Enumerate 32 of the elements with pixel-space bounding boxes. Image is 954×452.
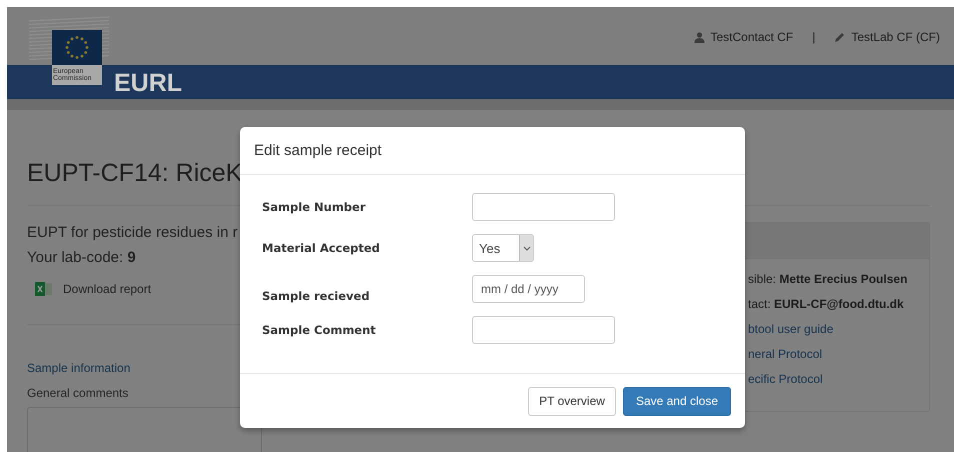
date-field[interactable]: mm / dd / yyyy: [472, 275, 585, 303]
panel-link[interactable]: neral Protocol: [748, 346, 929, 362]
download-report-link[interactable]: Download report: [63, 282, 152, 296]
input-field[interactable]: [472, 193, 615, 221]
page-title: EUPT-CF14: RiceK: [27, 158, 242, 188]
lab-code-label: Your lab-code:: [27, 249, 124, 266]
person-icon: [694, 32, 706, 42]
user-link[interactable]: TestContact CF: [710, 30, 794, 44]
field-label: Sample Number: [262, 200, 366, 214]
caret-icon: [522, 246, 530, 250]
input-field[interactable]: [472, 316, 615, 344]
spreadsheet-icon: [35, 281, 53, 297]
site-name: EURL: [114, 69, 182, 97]
overview-button[interactable]: PT overview: [528, 386, 616, 416]
pen-icon: [834, 31, 846, 43]
panel-text: tact: EURL-CF@food.dtu.dk: [748, 296, 905, 312]
field-label: Material Accepted: [262, 241, 381, 255]
general-comments-label: General comments: [27, 386, 128, 400]
dropdown[interactable]: Yes: [472, 234, 534, 262]
page-subtitle: EUPT for pesticide residues in r: [27, 223, 238, 243]
field-label: Sample recieved: [262, 289, 371, 303]
sample-information-link[interactable]: Sample information: [27, 361, 130, 375]
field-label: Sample Comment: [262, 323, 377, 337]
panel-link[interactable]: btool user guide: [748, 321, 929, 337]
panel-link[interactable]: ecific Protocol: [748, 371, 929, 387]
panel-text: sible: Mette Erecius Poulsen: [748, 271, 908, 287]
separator: |: [812, 30, 816, 44]
stars-flag-icon: [52, 30, 102, 65]
save-button[interactable]: Save and close: [622, 386, 731, 416]
lab-link[interactable]: TestLab CF (CF): [851, 30, 940, 44]
dialog-title: Edit sample receipt: [254, 142, 382, 159]
lab-code: 9: [127, 249, 136, 266]
